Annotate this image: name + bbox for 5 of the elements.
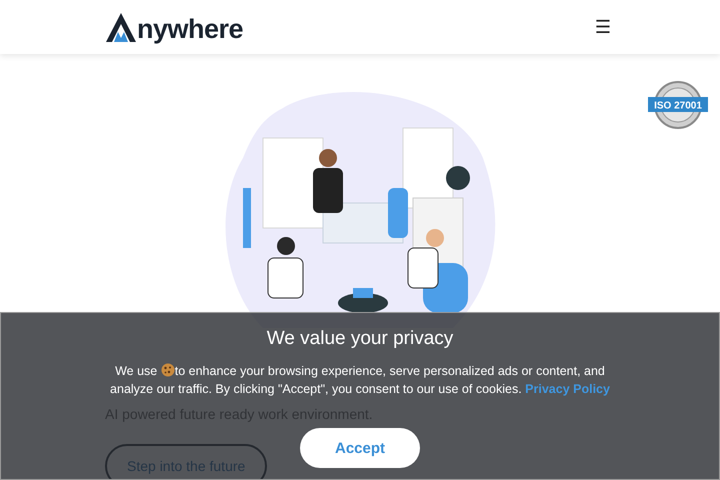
cookie-banner-title: We value your privacy <box>266 328 454 350</box>
cookie-consent-text: We use to enhance your browsing experience, serve personalized ads or content, and analyze our traffic. By clicking "Accept", you consent to our use of cookies. Privacy Policy <box>109 362 611 398</box>
badge-text: ISO 27001 <box>654 100 702 112</box>
menu-button[interactable]: ☰ <box>590 14 615 40</box>
logo-text[interactable]: nywhere <box>137 16 244 43</box>
